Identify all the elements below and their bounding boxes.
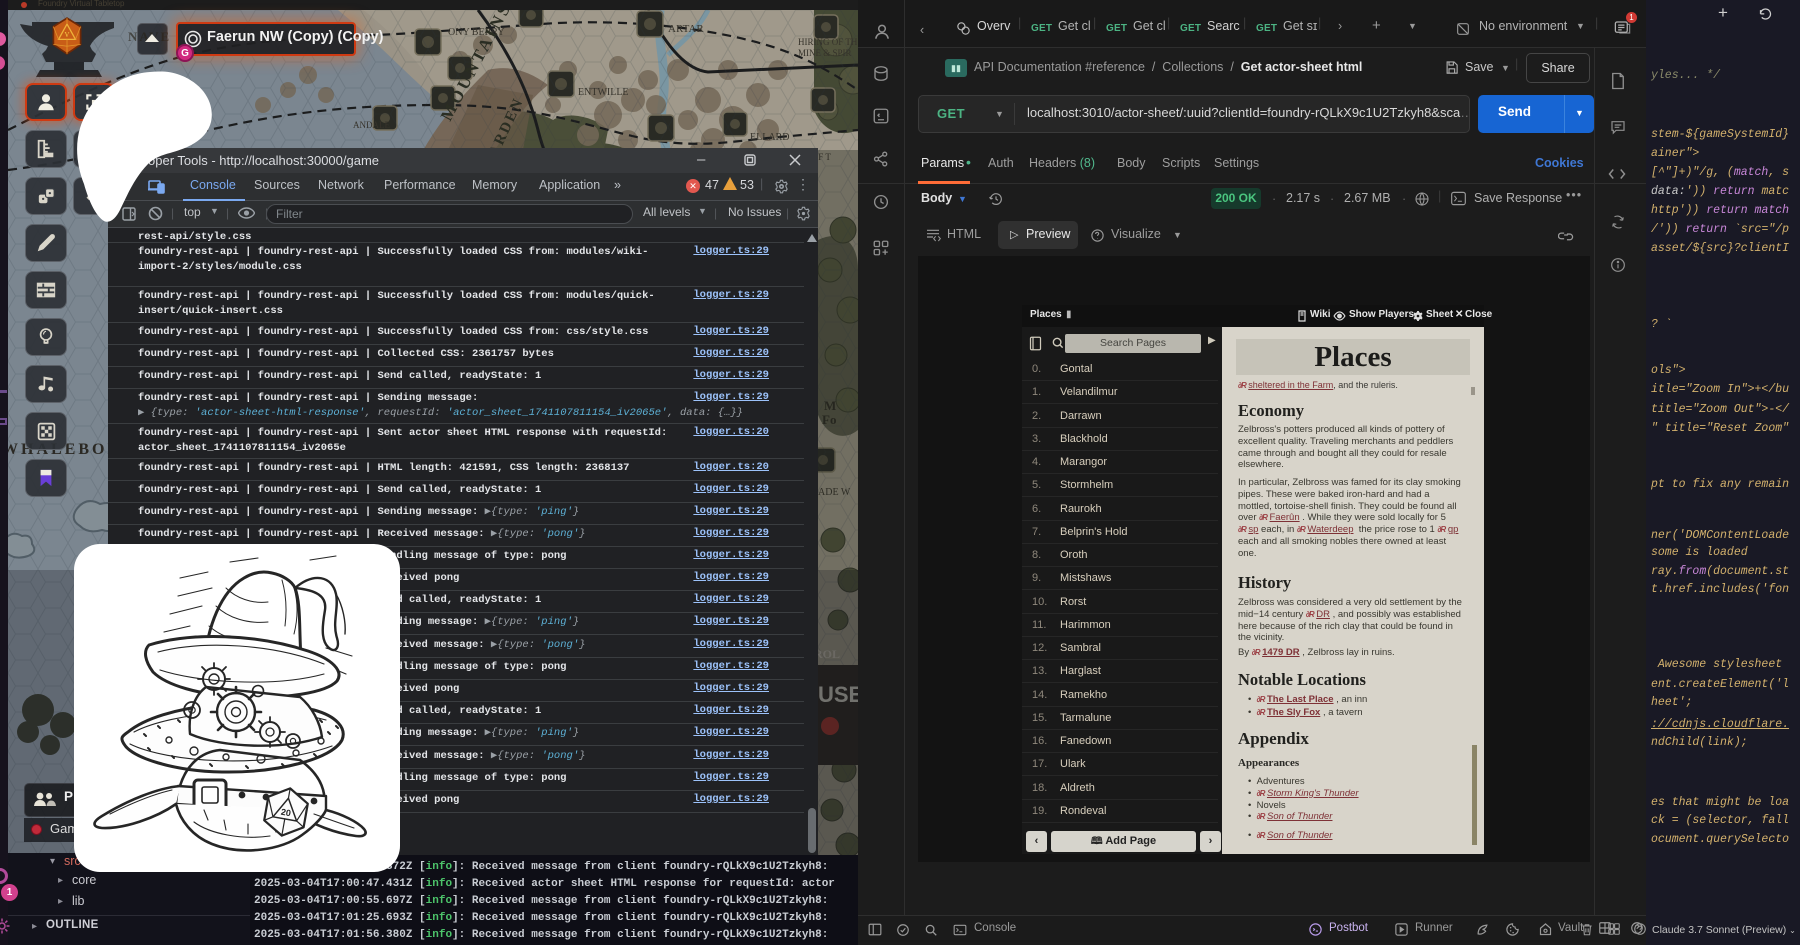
svg-text:20: 20: [280, 807, 292, 819]
svg-text:V: V: [65, 32, 70, 39]
